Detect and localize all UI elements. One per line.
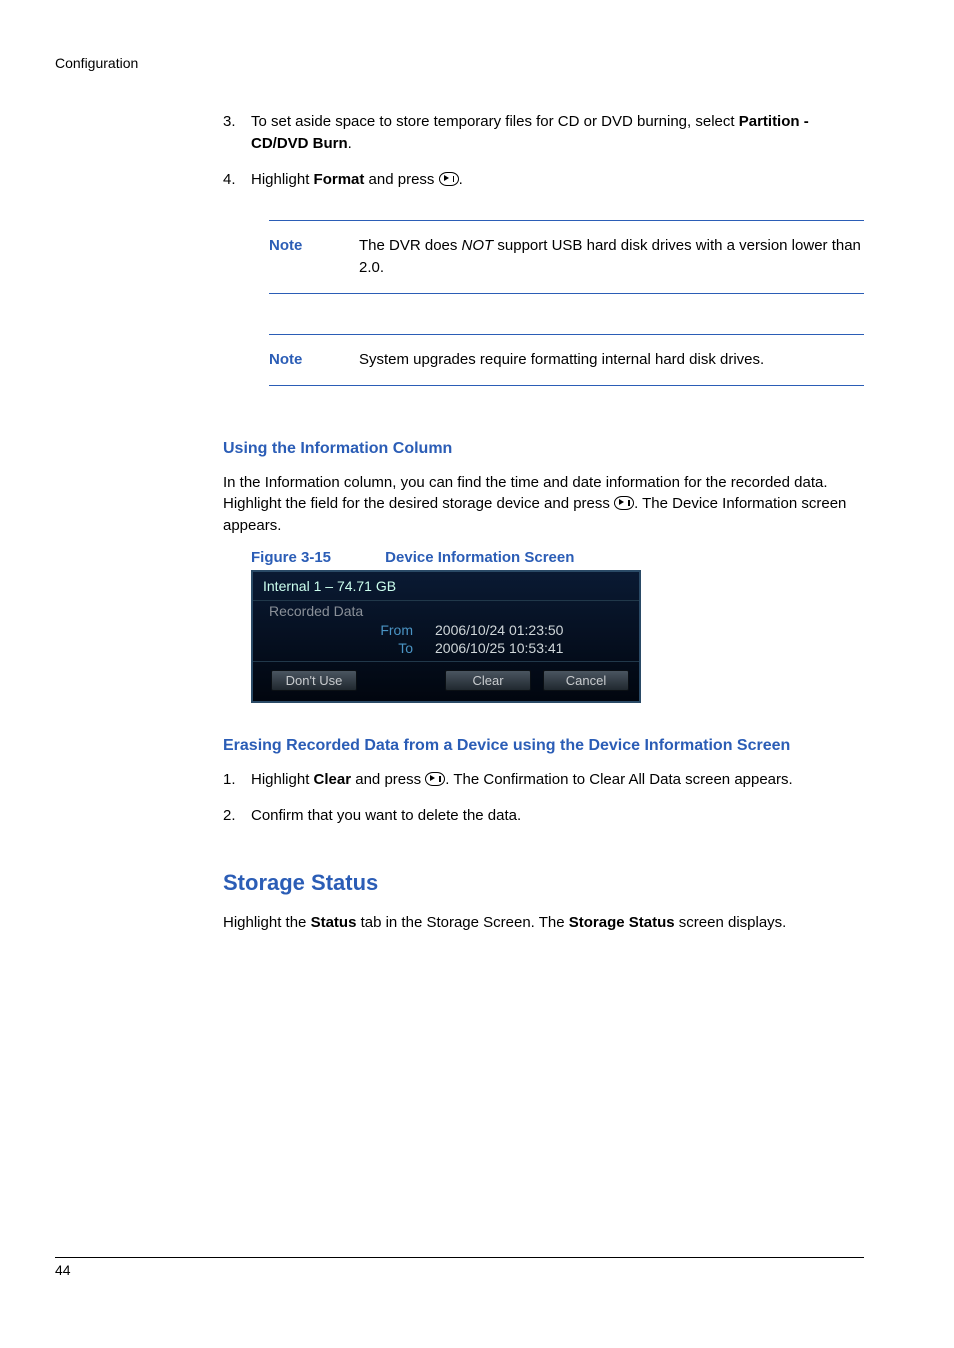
note-2: Note System upgrades require formatting … bbox=[269, 334, 864, 386]
note-2-wrapper: Note System upgrades require formatting … bbox=[269, 334, 864, 386]
page-footer: 44 bbox=[55, 1257, 864, 1278]
device-info-to-value: 2006/10/25 10:53:41 bbox=[435, 640, 563, 656]
note-1-em: NOT bbox=[462, 237, 494, 254]
note-1-label: Note bbox=[269, 235, 359, 279]
erase-step-1-number: 1. bbox=[223, 769, 251, 791]
ss-mid: tab in the Storage Screen. The bbox=[356, 914, 568, 931]
note-1-body: The DVR does NOT support USB hard disk d… bbox=[359, 235, 864, 279]
storage-status-heading: Storage Status bbox=[223, 870, 864, 896]
cancel-button[interactable]: Cancel bbox=[543, 670, 629, 691]
step-4-number: 4. bbox=[223, 169, 251, 191]
device-info-title: Internal 1 – 74.71 GB bbox=[253, 576, 639, 600]
erase-1-post: . The Confirmation to Clear All Data scr… bbox=[445, 771, 792, 788]
step-4-bold: Format bbox=[314, 171, 365, 188]
step-4-text: Highlight Format and press . bbox=[251, 169, 864, 191]
erase-1-bold: Clear bbox=[314, 771, 352, 788]
erase-step-2: 2. Confirm that you want to delete the d… bbox=[223, 805, 864, 827]
device-info-section: Recorded Data bbox=[253, 600, 639, 621]
enter-icon bbox=[439, 172, 459, 186]
note-1: Note The DVR does NOT support USB hard d… bbox=[269, 220, 864, 294]
note-1-wrapper: Note The DVR does NOT support USB hard d… bbox=[269, 220, 864, 294]
erase-1-mid: and press bbox=[351, 771, 425, 788]
device-info-screenshot: Internal 1 – 74.71 GB Recorded Data From… bbox=[251, 570, 641, 703]
device-info-from-label: From bbox=[253, 622, 413, 638]
step-3-text: To set aside space to store temporary fi… bbox=[251, 111, 864, 155]
step-3-number: 3. bbox=[223, 111, 251, 155]
step-4: 4. Highlight Format and press . bbox=[223, 169, 864, 191]
step-3: 3. To set aside space to store temporary… bbox=[223, 111, 864, 155]
note-2-label: Note bbox=[269, 349, 359, 371]
erase-step-2-text: Confirm that you want to delete the data… bbox=[251, 805, 864, 827]
erase-step-1: 1. Highlight Clear and press . The Confi… bbox=[223, 769, 864, 791]
device-info-buttons: Don't Use Clear Cancel bbox=[253, 661, 639, 693]
figure-caption: Figure 3-15 Device Information Screen bbox=[251, 549, 864, 566]
ss-bold2: Storage Status bbox=[569, 914, 675, 931]
enter-icon bbox=[614, 496, 634, 510]
step-4-mid: and press bbox=[364, 171, 438, 188]
figure-number: Figure 3-15 bbox=[251, 549, 381, 566]
ss-pre: Highlight the bbox=[223, 914, 311, 931]
erase-1-pre: Highlight bbox=[251, 771, 314, 788]
info-column-paragraph: In the Information column, you can find … bbox=[223, 472, 864, 537]
note-2-body: System upgrades require formatting inter… bbox=[359, 349, 864, 371]
erase-heading: Erasing Recorded Data from a Device usin… bbox=[223, 737, 864, 755]
clear-button[interactable]: Clear bbox=[445, 670, 531, 691]
running-header: Configuration bbox=[55, 55, 864, 71]
device-info-row-from: From 2006/10/24 01:23:50 bbox=[253, 621, 639, 639]
note-1-pre: The DVR does bbox=[359, 237, 462, 254]
erase-step-2-number: 2. bbox=[223, 805, 251, 827]
info-column-heading: Using the Information Column bbox=[223, 440, 864, 458]
storage-status-paragraph: Highlight the Status tab in the Storage … bbox=[223, 912, 864, 934]
enter-icon bbox=[425, 772, 445, 786]
step-4-post: . bbox=[459, 171, 463, 188]
figure-block: Figure 3-15 Device Information Screen In… bbox=[251, 549, 864, 703]
device-info-row-to: To 2006/10/25 10:53:41 bbox=[253, 639, 639, 657]
page-number: 44 bbox=[55, 1262, 71, 1278]
content-body: 3. To set aside space to store temporary… bbox=[223, 111, 864, 934]
page: Configuration 3. To set aside space to s… bbox=[0, 0, 954, 1348]
device-info-from-value: 2006/10/24 01:23:50 bbox=[435, 622, 563, 638]
step-4-pre: Highlight bbox=[251, 171, 314, 188]
dont-use-button[interactable]: Don't Use bbox=[271, 670, 357, 691]
step-3-post: . bbox=[348, 135, 352, 152]
ss-post: screen displays. bbox=[675, 914, 787, 931]
erase-step-1-text: Highlight Clear and press . The Confirma… bbox=[251, 769, 864, 791]
device-info-to-label: To bbox=[253, 640, 413, 656]
ss-bold1: Status bbox=[311, 914, 357, 931]
figure-title: Device Information Screen bbox=[385, 549, 574, 566]
step-3-pre: To set aside space to store temporary fi… bbox=[251, 113, 739, 130]
